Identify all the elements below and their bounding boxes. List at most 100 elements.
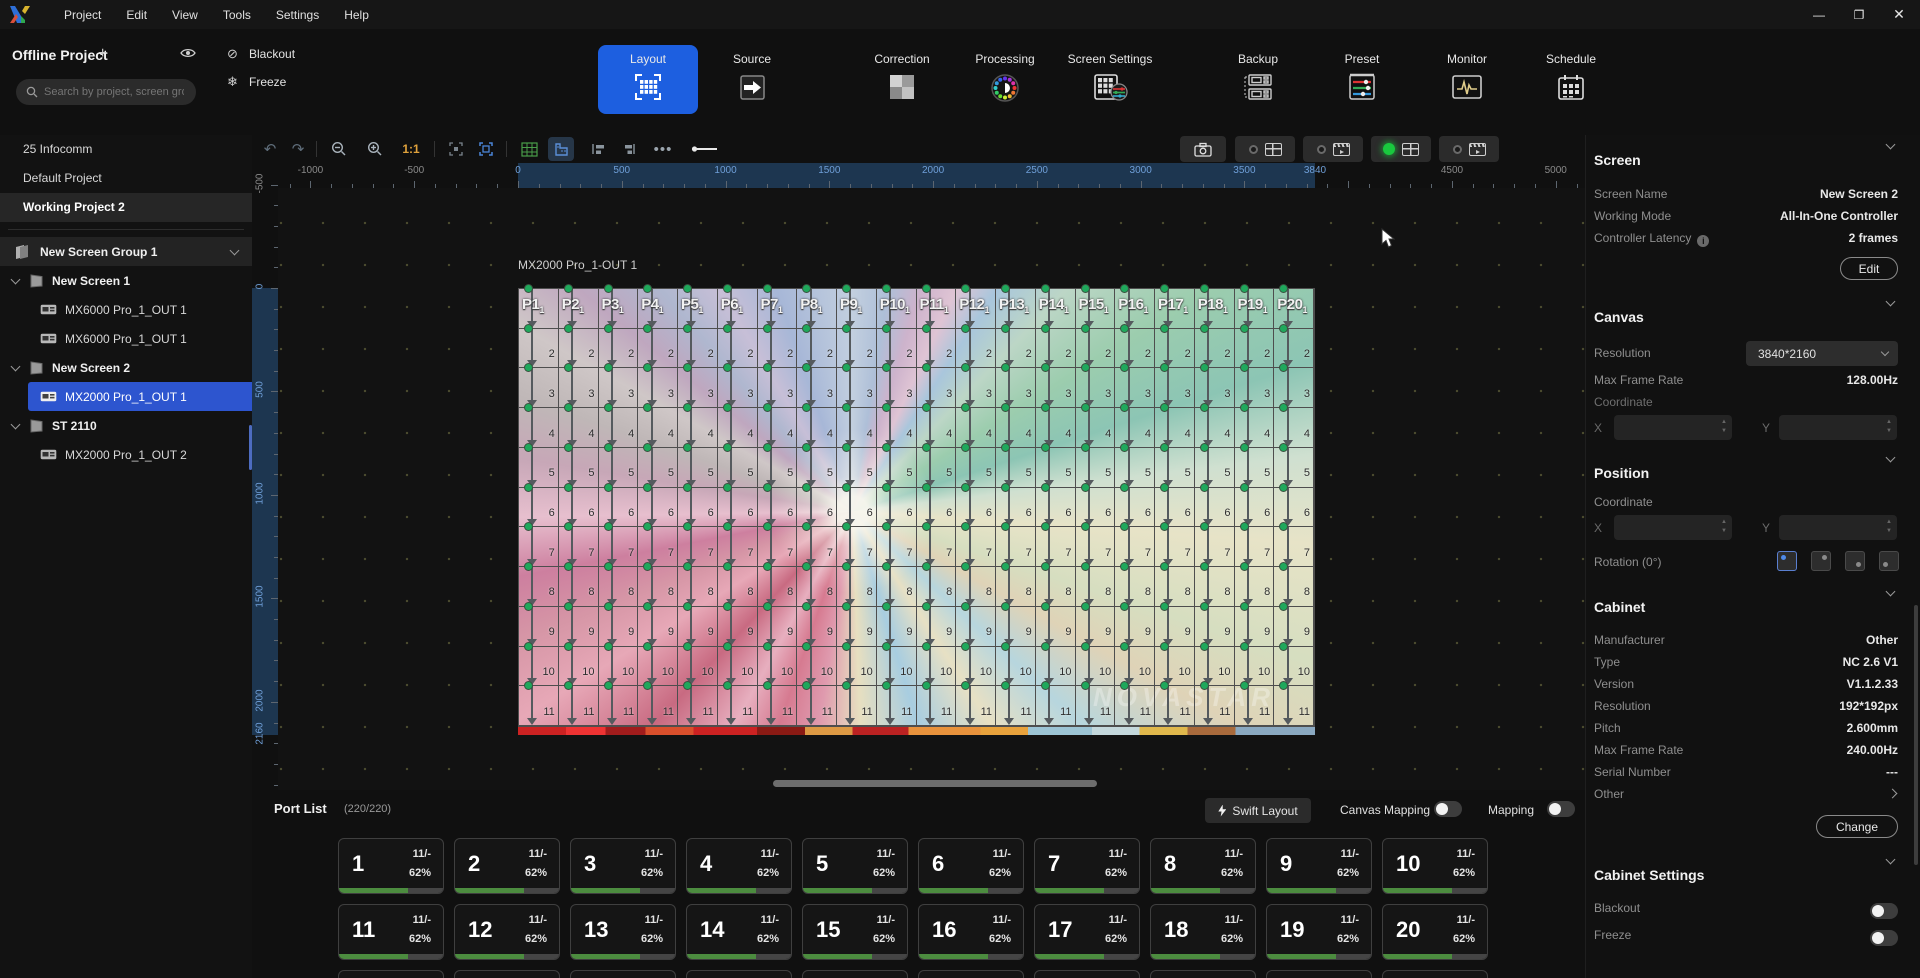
cabinet-cell[interactable]: 8: [876, 562, 917, 607]
cabinet-cell[interactable]: 9: [797, 601, 837, 647]
cabinet-cell[interactable]: 2: [1194, 323, 1235, 369]
cabinet-cell[interactable]: 4: [996, 403, 1036, 448]
cabinet-cell[interactable]: 9: [996, 601, 1036, 647]
cabinet-cell[interactable]: 11: [598, 681, 639, 726]
cabinet-cell[interactable]: 10: [837, 641, 877, 687]
cabinet-cell[interactable]: 9: [916, 601, 957, 647]
cabinet-cell[interactable]: 10: [996, 641, 1036, 687]
port-card[interactable]: 13 11/- 62%: [570, 904, 676, 960]
align-right-icon[interactable]: [616, 137, 640, 161]
cabinet-cell[interactable]: 2: [519, 323, 559, 369]
project-item[interactable]: Working Project 2: [0, 193, 252, 222]
ruler-toggle-button[interactable]: [548, 137, 574, 161]
module-processing[interactable]: Processing: [955, 45, 1055, 114]
module-preset[interactable]: Preset: [1312, 45, 1412, 114]
port-card[interactable]: 8 11/- 62%: [1150, 838, 1256, 894]
cabinet-cell[interactable]: 6: [1234, 482, 1275, 528]
menu-edit[interactable]: Edit: [126, 8, 147, 22]
cabinet-cell[interactable]: 5: [1155, 442, 1195, 488]
cabinet-cell[interactable]: 4: [1234, 403, 1275, 448]
port-card[interactable]: 2611/-62%: [918, 970, 1024, 978]
align-top-icon[interactable]: [586, 137, 610, 161]
rotation-270-button[interactable]: [1879, 551, 1899, 571]
cabinet-cell[interactable]: P141: [1035, 284, 1076, 329]
cabinet-cell[interactable]: P101: [876, 284, 917, 329]
cabinet-cell[interactable]: 11: [837, 681, 877, 726]
zoom-out-icon[interactable]: [328, 137, 350, 161]
cabinet-cell[interactable]: 6: [1274, 482, 1314, 528]
cabinet-cell[interactable]: P131: [996, 284, 1036, 329]
cabinet-cell[interactable]: 9: [1274, 601, 1314, 647]
cabinet-cell[interactable]: 8: [1194, 562, 1235, 607]
port-card[interactable]: 15 11/- 62%: [802, 904, 908, 960]
cabinet-cell[interactable]: 3: [558, 363, 599, 409]
cabinet-cell[interactable]: 7: [638, 522, 678, 568]
cabinet-cell[interactable]: 3: [678, 363, 718, 409]
maximize-icon[interactable]: ❐: [1846, 4, 1872, 26]
cabinet-cell[interactable]: 9: [956, 601, 996, 647]
cabinet-cell[interactable]: 5: [1194, 442, 1235, 488]
freeze-button[interactable]: ❄ Freeze: [225, 71, 295, 93]
cabinet-cell[interactable]: 7: [519, 522, 559, 568]
cabinet-cell[interactable]: 9: [1075, 601, 1116, 647]
fit-selection-icon[interactable]: [474, 137, 498, 161]
port-card[interactable]: 9 11/- 62%: [1266, 838, 1372, 894]
close-icon[interactable]: ✕: [1886, 4, 1912, 26]
source-view-toggle[interactable]: [1303, 136, 1363, 162]
cabinet-cell[interactable]: 8: [638, 562, 678, 607]
cabinet-cell[interactable]: 7: [1035, 522, 1076, 568]
port-card[interactable]: 6 11/- 62%: [918, 838, 1024, 894]
cabinet-cell[interactable]: 10: [916, 641, 957, 687]
cabinet-cell[interactable]: 5: [1115, 442, 1155, 488]
port-card[interactable]: 3011/-62%: [1382, 970, 1488, 978]
more-tools-icon[interactable]: •••: [650, 137, 676, 161]
cabinet-cell[interactable]: 7: [876, 522, 917, 568]
port-card[interactable]: 19 11/- 62%: [1266, 904, 1372, 960]
cabinet-cell[interactable]: 8: [996, 562, 1036, 607]
cabinet-cell[interactable]: 9: [1194, 601, 1235, 647]
mapping-toggle[interactable]: [1547, 801, 1575, 817]
grid-toggle-icon[interactable]: [516, 137, 542, 161]
cabinet-cell[interactable]: 8: [1115, 562, 1155, 607]
cabinet-cell[interactable]: 9: [598, 601, 639, 647]
canvas-mapping-toggle[interactable]: [1434, 801, 1462, 817]
cabinet-cell[interactable]: 3: [1194, 363, 1235, 409]
cabinet-cell[interactable]: 7: [837, 522, 877, 568]
cabinet-cell[interactable]: 2: [757, 323, 798, 369]
add-project-icon[interactable]: +: [98, 45, 107, 63]
cabinet-cell[interactable]: 7: [717, 522, 758, 568]
cabinet-cell[interactable]: 4: [519, 403, 559, 448]
cabinet-cell[interactable]: 9: [1035, 601, 1076, 647]
blackout-toggle[interactable]: [1870, 903, 1898, 919]
cabinet-cell[interactable]: 5: [1075, 442, 1116, 488]
port-card[interactable]: 2411/-62%: [686, 970, 792, 978]
cabinet-cell[interactable]: 4: [558, 403, 599, 448]
cabinet-cell[interactable]: 5: [797, 442, 837, 488]
cabinet-cell[interactable]: 7: [996, 522, 1036, 568]
module-layout[interactable]: Layout: [598, 45, 698, 114]
measure-line-icon[interactable]: [688, 137, 722, 161]
cabinet-cell[interactable]: 4: [598, 403, 639, 448]
menu-view[interactable]: View: [172, 8, 198, 22]
search-box[interactable]: [16, 79, 196, 105]
port-card[interactable]: 2 11/- 62%: [454, 838, 560, 894]
cabinet-cell[interactable]: P201: [1274, 284, 1314, 329]
zoom-in-icon[interactable]: [364, 137, 386, 161]
cabinet-cell[interactable]: 8: [1234, 562, 1275, 607]
cabinet-cell[interactable]: 6: [876, 482, 917, 528]
cabinet-cell[interactable]: 7: [1115, 522, 1155, 568]
cabinet-cell[interactable]: 4: [757, 403, 798, 448]
cabinet-cell[interactable]: 2: [837, 323, 877, 369]
cabinet-cell[interactable]: 3: [916, 363, 957, 409]
cabinet-cell[interactable]: 6: [1075, 482, 1116, 528]
module-correction[interactable]: Correction: [852, 45, 952, 114]
cabinet-cell[interactable]: 6: [519, 482, 559, 528]
port-card[interactable]: 16 11/- 62%: [918, 904, 1024, 960]
cabinet-cell[interactable]: 4: [797, 403, 837, 448]
cabinet-cell[interactable]: 2: [916, 323, 957, 369]
cabinet-cell[interactable]: 9: [876, 601, 917, 647]
cabinet-cell[interactable]: 11: [717, 681, 758, 726]
cabinet-cell[interactable]: 2: [956, 323, 996, 369]
cabinet-cell[interactable]: 6: [638, 482, 678, 528]
port-card[interactable]: 2211/-62%: [454, 970, 560, 978]
